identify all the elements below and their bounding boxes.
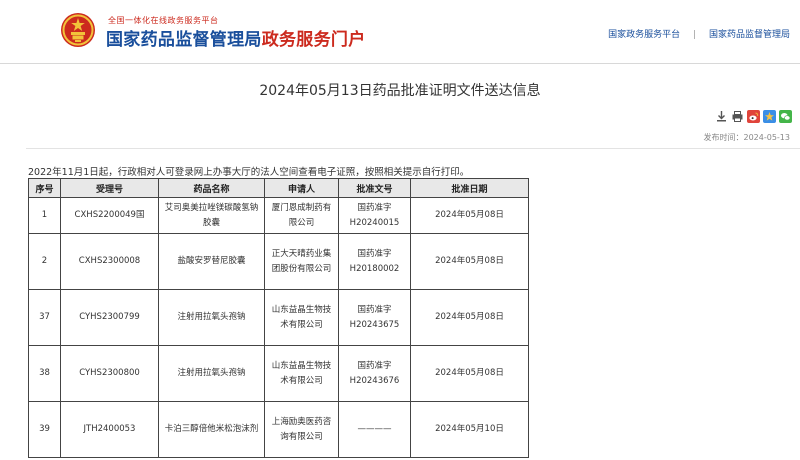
page-title: 2024年05月13日药品批准证明文件送达信息 <box>259 83 541 99</box>
cell-drug-name: 注射用拉氧头孢钠 <box>158 289 265 346</box>
table-header-row: 序号 受理号 药品名称 申请人 批准文号 批准日期 <box>28 178 529 198</box>
print-icon[interactable] <box>731 110 744 123</box>
cell-approval-no: 国药准字H20243676 <box>338 345 411 402</box>
cell-approval-date: 2024年05月08日 <box>410 289 529 346</box>
content-divider <box>26 148 800 149</box>
cell-no: 2 <box>28 233 61 290</box>
cell-approval-no: ———— <box>338 401 411 458</box>
col-header-approval-no: 批准文号 <box>338 178 411 198</box>
cell-approval-no: 国药准字H20180002 <box>338 233 411 290</box>
cell-accept-no: CXHS2300008 <box>60 233 159 290</box>
link-nmpa[interactable]: 国家药品监督管理局 <box>709 30 790 40</box>
col-header-approval-date: 批准日期 <box>410 178 529 198</box>
cell-approval-date: 2024年05月10日 <box>410 401 529 458</box>
wechat-share-icon[interactable] <box>779 109 792 123</box>
cell-no: 37 <box>28 289 61 346</box>
cell-drug-name: 卡泊三醇倍他米松泡沫剂 <box>158 401 265 458</box>
favorite-star-icon[interactable] <box>763 109 776 123</box>
link-separator: | <box>693 30 697 40</box>
cell-no: 1 <box>28 197 61 234</box>
cell-applicant: 山东益晶生物技术有限公司 <box>264 289 339 346</box>
e-license-notice: 2022年11月1日起，行政相对人可登录网上办事大厅的法人空间查看电子证照，按照… <box>28 167 470 178</box>
col-header-applicant: 申请人 <box>264 178 339 198</box>
cell-accept-no: JTH2400053 <box>60 401 159 458</box>
article-tools <box>715 109 792 123</box>
col-header-no: 序号 <box>28 178 61 198</box>
cell-approval-date: 2024年05月08日 <box>410 233 529 290</box>
site-title[interactable]: 国家药品监督管理局政务服务门户 <box>106 25 366 50</box>
download-icon[interactable] <box>715 110 728 123</box>
table-row: 2 CXHS2300008 盐酸安罗替尼胶囊 正大天晴药业集团股份有限公司 国药… <box>28 233 529 290</box>
table-row: 37 CYHS2300799 注射用拉氧头孢钠 山东益晶生物技术有限公司 国药准… <box>28 289 529 346</box>
cell-applicant: 上海励奥医药咨询有限公司 <box>264 401 339 458</box>
site-title-main: 国家药品监督管理局 <box>106 30 262 50</box>
cell-approval-date: 2024年05月08日 <box>410 197 529 234</box>
site-header: 全国一体化在线政务服务平台 国家药品监督管理局政务服务门户 国家政务服务平台 |… <box>0 0 800 64</box>
col-header-accept-no: 受理号 <box>60 178 159 198</box>
site-title-accent: 政务服务门户 <box>261 30 366 50</box>
col-header-drug-name: 药品名称 <box>158 178 265 198</box>
cell-applicant: 厦门恩成制药有限公司 <box>264 197 339 234</box>
cell-applicant: 山东益晶生物技术有限公司 <box>264 345 339 402</box>
cell-accept-no: CXHS2200049国 <box>60 197 159 234</box>
cell-no: 39 <box>28 401 61 458</box>
cell-applicant: 正大天晴药业集团股份有限公司 <box>264 233 339 290</box>
publish-time: 发布时间：2024-05-13 <box>703 133 791 142</box>
cell-accept-no: CYHS2300800 <box>60 345 159 402</box>
table-row: 38 CYHS2300800 注射用拉氧头孢钠 山东益晶生物技术有限公司 国药准… <box>28 345 529 402</box>
cell-drug-name: 艾司奥美拉唑镁碳酸氢钠胶囊 <box>158 197 265 234</box>
top-links: 国家政务服务平台 | 国家药品监督管理局 <box>608 27 790 40</box>
weibo-share-icon[interactable] <box>747 109 760 123</box>
national-emblem-icon[interactable] <box>60 12 96 48</box>
cell-drug-name: 注射用拉氧头孢钠 <box>158 345 265 402</box>
header-divider <box>0 63 800 64</box>
table-row: 1 CXHS2200049国 艾司奥美拉唑镁碳酸氢钠胶囊 厦门恩成制药有限公司 … <box>28 197 529 234</box>
cell-accept-no: CYHS2300799 <box>60 289 159 346</box>
approval-table: 序号 受理号 药品名称 申请人 批准文号 批准日期 1 CXHS2200049国… <box>28 178 529 458</box>
cell-approval-no: 国药准字H20240015 <box>338 197 411 234</box>
link-national-gov-service[interactable]: 国家政务服务平台 <box>608 30 680 40</box>
cell-no: 38 <box>28 345 61 402</box>
cell-drug-name: 盐酸安罗替尼胶囊 <box>158 233 265 290</box>
table-row: 39 JTH2400053 卡泊三醇倍他米松泡沫剂 上海励奥医药咨询有限公司 —… <box>28 401 529 458</box>
cell-approval-date: 2024年05月08日 <box>410 345 529 402</box>
cell-approval-no: 国药准字H20243675 <box>338 289 411 346</box>
